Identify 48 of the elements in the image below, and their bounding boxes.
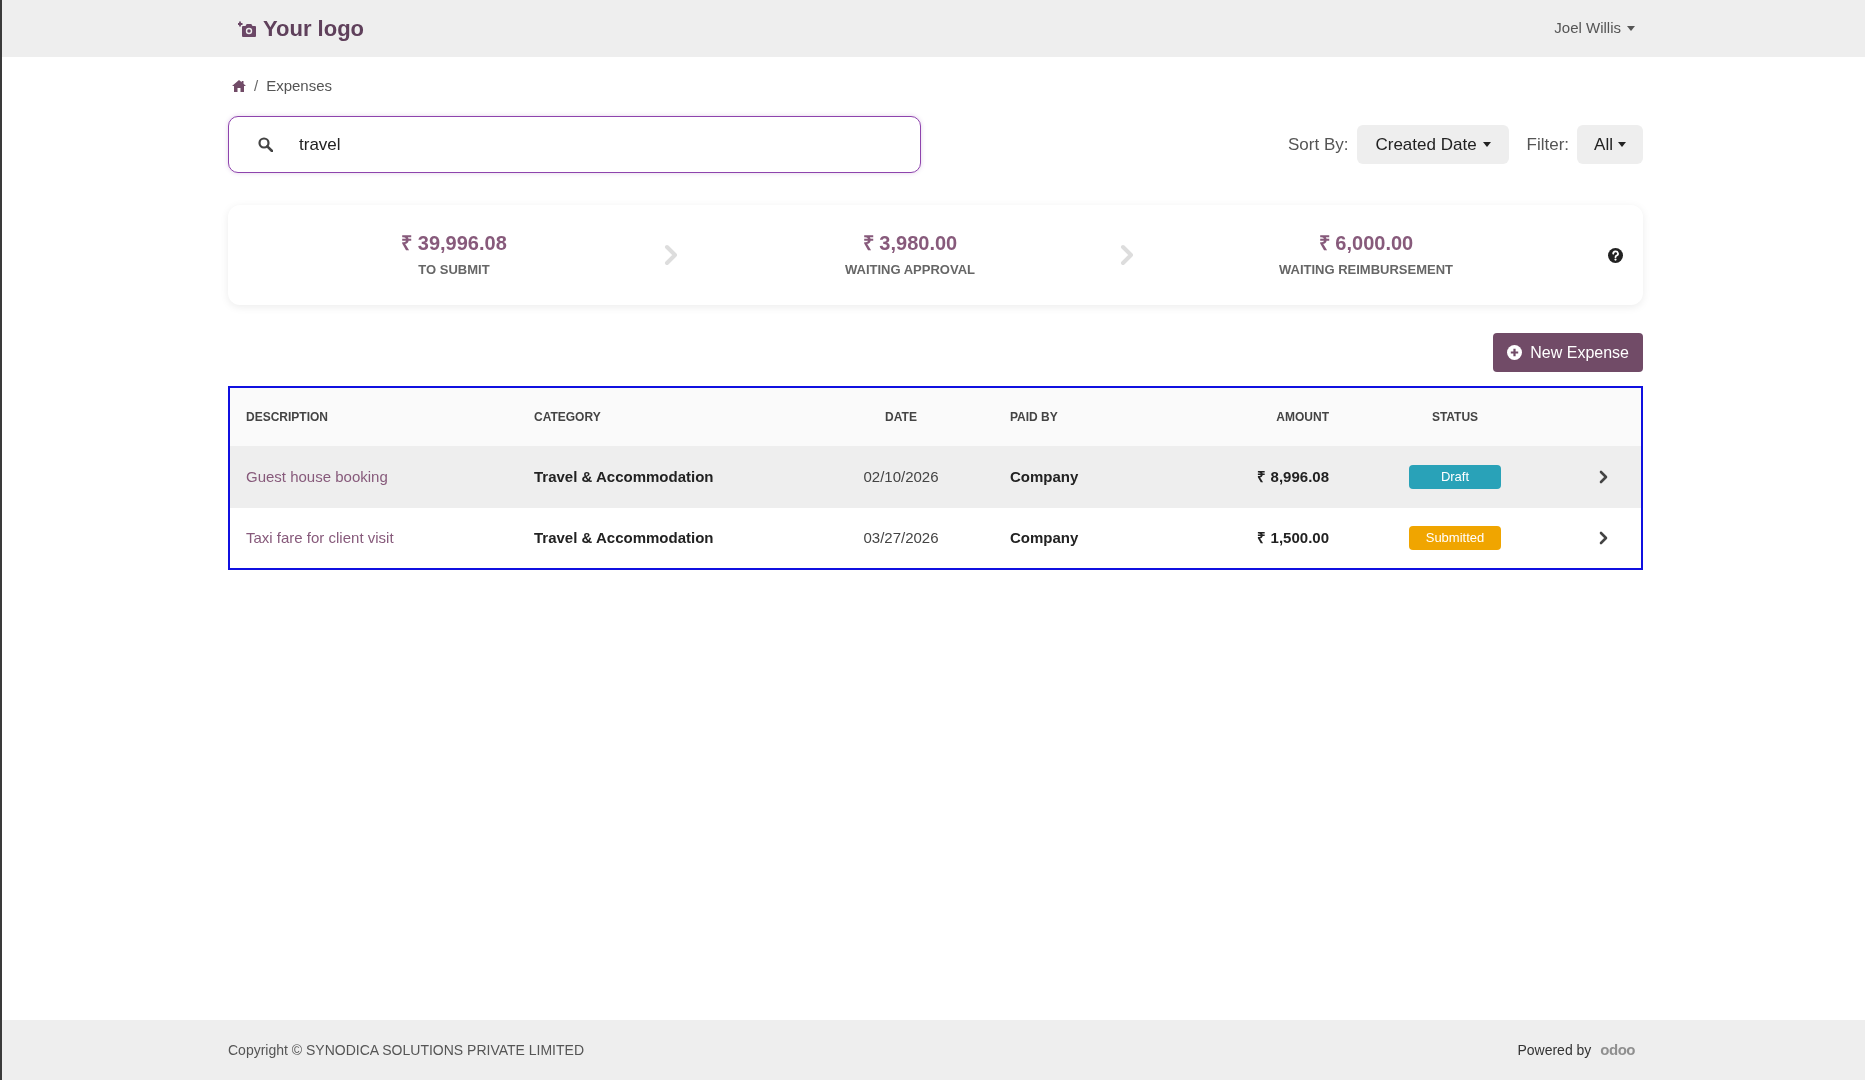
breadcrumb-separator: / xyxy=(254,75,259,96)
copyright-text: Copyright © SYNODICA SOLUTIONS PRIVATE LIMITED xyxy=(228,1040,584,1060)
caret-down-icon xyxy=(1482,142,1491,147)
date-cell-text: 02/10/2026 xyxy=(863,466,939,487)
status-badge: Submitted xyxy=(1409,526,1501,550)
camera-plus-icon xyxy=(238,20,256,37)
home-icon[interactable] xyxy=(232,80,246,92)
chevron-right-icon xyxy=(664,244,678,266)
column-header: CATEGORY xyxy=(534,409,601,426)
sort-dropdown[interactable]: Created Date xyxy=(1357,125,1509,164)
column-header: AMOUNT xyxy=(1276,409,1329,426)
user-menu[interactable]: Joel Willis xyxy=(1554,17,1635,40)
expense-link[interactable]: Taxi fare for client visit xyxy=(246,526,394,550)
status-badge: Draft xyxy=(1409,465,1501,489)
summary-label: WAITING REIMBURSEMENT xyxy=(1278,261,1454,280)
plus-circle-icon xyxy=(1507,345,1523,360)
column-header: PAID BY xyxy=(1010,409,1058,426)
summary-amount: ₹ 39,996.08 xyxy=(401,231,507,257)
summary-label: WAITING APPROVAL xyxy=(845,261,975,280)
new-expense-button[interactable]: New Expense xyxy=(1493,333,1643,372)
paid-by-cell-text: Company xyxy=(1010,527,1079,548)
help-icon[interactable] xyxy=(1608,247,1623,263)
summary-amount: ₹ 3,980.00 xyxy=(862,231,958,257)
chevron-right-icon[interactable] xyxy=(1598,470,1608,484)
caret-down-icon xyxy=(1618,142,1626,147)
powered-by-text: Powered by xyxy=(1517,1040,1592,1060)
chevron-right-icon xyxy=(1120,244,1134,266)
expense-link[interactable]: Guest house booking xyxy=(246,465,388,489)
logo-text: Your logo xyxy=(263,17,365,40)
category-cell-text: Travel & Accommodation xyxy=(534,466,714,487)
paid-by-cell-text: Company xyxy=(1010,466,1079,487)
amount-cell-text: ₹ 8,996.08 xyxy=(1257,466,1329,487)
filter-dropdown[interactable]: All xyxy=(1577,125,1643,164)
column-header: STATUS xyxy=(1431,409,1479,426)
search-field[interactable]: travel xyxy=(228,116,921,173)
date-cell-text: 03/27/2026 xyxy=(863,527,939,548)
sort-label: Sort By: xyxy=(1288,133,1349,156)
summary-amount: ₹ 6,000.00 xyxy=(1318,231,1414,257)
caret-down-icon xyxy=(1627,26,1635,31)
category-cell-text: Travel & Accommodation xyxy=(534,527,714,548)
filter-label: Filter: xyxy=(1526,133,1570,156)
search-icon xyxy=(258,137,273,152)
column-header: DESCRIPTION xyxy=(246,409,328,426)
chevron-right-icon[interactable] xyxy=(1598,531,1608,545)
amount-cell-text: ₹ 1,500.00 xyxy=(1257,527,1329,548)
breadcrumb-current: Expenses xyxy=(266,75,333,96)
column-header: DATE xyxy=(885,409,917,426)
summary-label: TO SUBMIT xyxy=(418,261,490,280)
